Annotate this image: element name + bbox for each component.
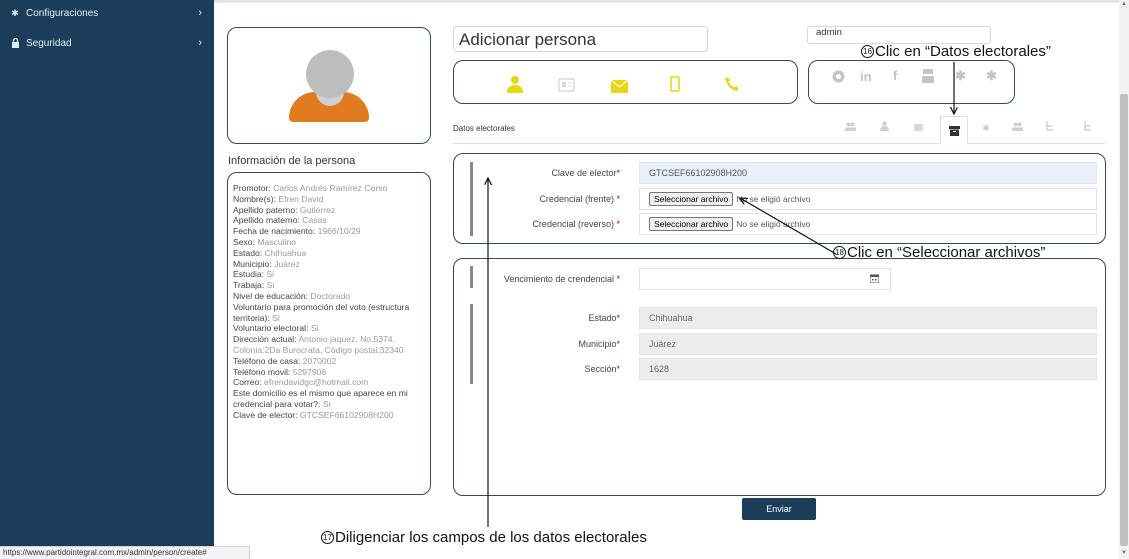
arrow-18 (740, 198, 837, 255)
annotation-18: 18 Clic en “Seleccionar archivos” (833, 244, 1045, 261)
annotation-16: 16 Clic en “Datos electorales” (861, 43, 1051, 60)
annotation-arrows (0, 62, 1129, 527)
annotation-17: 17 Diligenciar los campos de los datos el… (321, 529, 647, 546)
